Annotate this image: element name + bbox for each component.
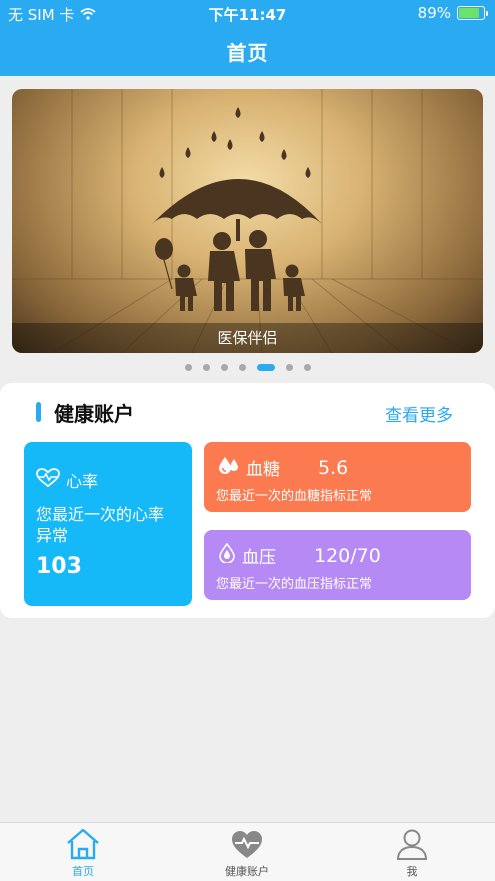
page-title: 首页 — [226, 41, 269, 65]
heart-rate-tile[interactable]: 心率 您最近一次的心率异常 103 — [24, 442, 192, 606]
tab-health-account[interactable]: 健康账户 — [187, 827, 307, 881]
carousel-dot[interactable] — [256, 363, 275, 371]
banner-carousel[interactable]: 医保伴侣 — [12, 89, 483, 353]
carousel-dot[interactable] — [220, 363, 228, 371]
section-accent-bar — [36, 402, 41, 422]
view-more-link[interactable]: 查看更多 — [385, 401, 453, 426]
status-right: 89% — [417, 4, 488, 22]
carousel-dot[interactable] — [285, 363, 293, 371]
heart-rate-value: 103 — [36, 554, 82, 579]
bottom-tab-bar: 首页 健康账户 我 — [0, 822, 495, 881]
blood-pressure-label: 血压 — [242, 548, 276, 568]
blood-sugar-label: 血糖 — [246, 460, 280, 480]
heart-rate-label: 心率 — [66, 472, 99, 491]
water-drop-icon — [218, 542, 236, 568]
heart-pulse-icon — [36, 468, 60, 492]
battery-tip — [486, 11, 488, 16]
status-bar: 无 SIM 卡 下午11:47 89% — [0, 0, 495, 26]
blood-pressure-header: 血压 120/70 — [218, 542, 381, 568]
tab-home[interactable]: 首页 — [23, 827, 143, 881]
blood-drop-icon — [218, 455, 240, 480]
banner-caption: 医保伴侣 — [12, 323, 483, 353]
health-account-card: 健康账户 查看更多 心率 您最近一次的心率异常 103 血糖 5.6 您最近一次… — [0, 383, 495, 618]
blood-pressure-tile[interactable]: 血压 120/70 您最近一次的血压指标正常 — [204, 530, 471, 600]
heart-pulse-icon — [187, 827, 307, 861]
battery-percent: 89% — [417, 4, 451, 22]
app-header: 无 SIM 卡 下午11:47 89% 首页 — [0, 0, 495, 76]
carousel-dot[interactable] — [303, 363, 311, 371]
heart-rate-description: 您最近一次的心率异常 — [36, 505, 165, 545]
carousel-dot[interactable] — [184, 363, 192, 371]
blood-sugar-header: 血糖 5.6 — [218, 455, 348, 480]
tab-me-label: 我 — [406, 865, 418, 878]
blood-sugar-tile[interactable]: 血糖 5.6 您最近一次的血糖指标正常 — [204, 442, 471, 512]
tab-me[interactable]: 我 — [352, 827, 472, 881]
home-icon — [23, 827, 143, 861]
family-umbrella-illustration — [12, 89, 483, 353]
blood-pressure-value: 120/70 — [314, 544, 381, 567]
blood-pressure-description: 您最近一次的血压指标正常 — [216, 577, 373, 592]
carousel-dots[interactable] — [0, 362, 495, 372]
user-icon — [352, 827, 472, 861]
tab-home-label: 首页 — [72, 865, 94, 878]
tab-health-account-label: 健康账户 — [225, 865, 269, 878]
section-title: 健康账户 — [54, 402, 134, 426]
blood-sugar-description: 您最近一次的血糖指标正常 — [216, 489, 373, 504]
carousel-dot[interactable] — [202, 363, 210, 371]
blood-sugar-value: 5.6 — [318, 456, 349, 479]
battery-icon — [457, 6, 488, 20]
heart-rate-header: 心率 — [36, 468, 98, 492]
carousel-dot[interactable] — [238, 363, 246, 371]
battery-level — [459, 8, 479, 18]
